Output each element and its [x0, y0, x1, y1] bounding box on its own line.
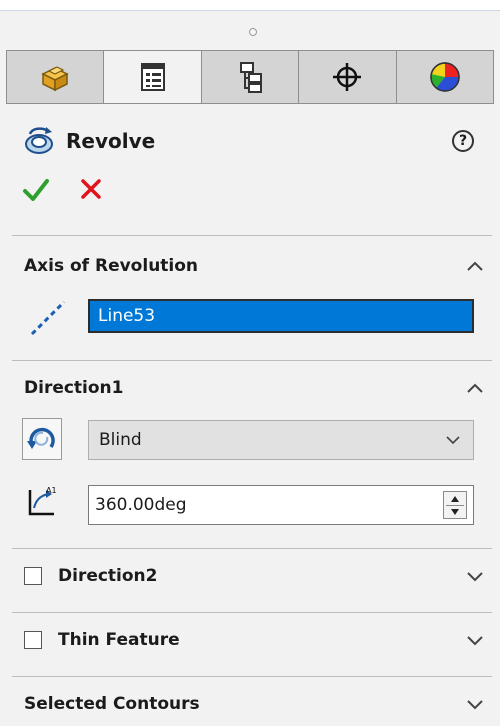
divider: [12, 676, 492, 677]
featuremanager-icon: [41, 66, 69, 92]
axis-selection-value: Line53: [98, 306, 156, 326]
chevron-down-icon: [446, 436, 460, 445]
svg-text:A1: A1: [46, 486, 57, 495]
tab-configuration-manager[interactable]: [201, 51, 300, 103]
tab-property-manager[interactable]: [104, 51, 202, 103]
propertymanager-icon: [140, 63, 165, 91]
ok-button[interactable]: [22, 176, 50, 204]
cancel-button[interactable]: [78, 176, 104, 202]
end-condition-value: Blind: [99, 430, 142, 450]
selected-contours-title: Selected Contours: [24, 694, 200, 714]
chevron-up-icon[interactable]: [466, 260, 484, 272]
direction2-title: Direction2: [58, 566, 158, 586]
direction2-checkbox[interactable]: [24, 567, 42, 585]
angle-stepper[interactable]: [443, 491, 467, 519]
chevron-up-icon[interactable]: [466, 382, 484, 394]
manager-tabs: [6, 50, 494, 104]
page-title: Revolve: [66, 129, 156, 153]
revolve-icon: [25, 127, 53, 154]
angle-icon: A1: [28, 486, 57, 516]
end-condition-select[interactable]: Blind: [88, 420, 474, 460]
help-label: ?: [458, 133, 468, 149]
tab-dimxpert-manager[interactable]: [299, 51, 397, 103]
divider: [12, 612, 492, 613]
caret-down-icon[interactable]: [450, 508, 460, 516]
chevron-down-icon[interactable]: [466, 698, 484, 710]
axis-selection-box[interactable]: Line53: [88, 299, 474, 333]
angle-value: 360.00deg: [95, 495, 187, 515]
display-pie-icon: [430, 62, 460, 92]
crosshair-icon: [333, 63, 362, 91]
thin-feature-checkbox[interactable]: [24, 631, 42, 649]
direction1-title: Direction1: [24, 378, 124, 398]
angle-input[interactable]: 360.00deg: [88, 485, 474, 525]
stepper-divider: [446, 505, 464, 506]
axis-line-icon: [30, 300, 66, 336]
feature-header: Revolve: [22, 118, 155, 164]
divider: [12, 548, 492, 549]
help-icon[interactable]: ?: [452, 130, 474, 152]
chevron-down-icon[interactable]: [466, 634, 484, 646]
thin-feature-title: Thin Feature: [58, 630, 180, 650]
caret-up-icon[interactable]: [450, 495, 460, 503]
splitter-handle-icon[interactable]: [249, 28, 257, 36]
divider: [12, 235, 492, 236]
divider: [12, 360, 492, 361]
reverse-direction-button[interactable]: [22, 418, 62, 460]
tab-display-manager[interactable]: [396, 51, 494, 103]
reverse-direction-icon: [27, 427, 55, 449]
chevron-down-icon[interactable]: [466, 570, 484, 582]
tab-feature-manager[interactable]: [7, 51, 105, 103]
axis-of-revolution-title: Axis of Revolution: [24, 256, 199, 276]
configurationmanager-icon: [240, 62, 263, 93]
panel-splitter[interactable]: [0, 11, 500, 47]
top-strip: [0, 0, 500, 11]
